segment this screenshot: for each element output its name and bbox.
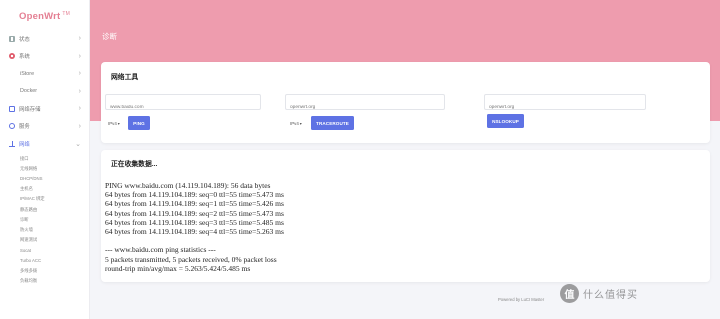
page-title: 诊断 [102, 32, 117, 41]
network-tools-card: 网络工具 IPv4▾ PING IPv4▾ TRACEROUTE NSLOOKU… [101, 62, 710, 143]
traceroute-button[interactable]: TRACEROUTE [311, 116, 354, 130]
service-icon [9, 123, 15, 130]
submenu-item-speedtest[interactable]: 网速测试 [0, 235, 89, 245]
sidebar-item-docker[interactable]: Docker › [0, 83, 89, 101]
sidebar-menu: 状态 › 系统 › iStore › Docker › 网络存储 › 服务 › [0, 30, 89, 153]
logo[interactable]: OpenWrt TM [0, 0, 89, 30]
chevron-right-icon: › [78, 52, 81, 60]
chevron-right-icon: › [78, 35, 81, 43]
submenu-item-diagnostics[interactable]: 诊断 [0, 215, 89, 225]
sidebar-item-services[interactable]: 服务 › [0, 118, 89, 136]
watermark: 值 什么值得买 [560, 284, 638, 303]
chevron-down-icon: ⌄ [75, 140, 81, 148]
sidebar-item-nas[interactable]: 网络存储 › [0, 100, 89, 118]
footer: Powered by LuCI Master [498, 297, 545, 302]
ping-output-text: PING www.baidu.com (14.119.104.189): 56 … [105, 181, 284, 273]
submenu-item-socat[interactable]: Socat [0, 245, 89, 255]
caret-down-icon: ▾ [299, 120, 302, 126]
gear-icon [9, 53, 15, 60]
nslookup-host-input[interactable] [485, 100, 645, 115]
nslookup-button[interactable]: NSLOOKUP [487, 114, 524, 128]
network-tools-title: 网络工具 [111, 74, 139, 81]
submenu-item-wireless[interactable]: 无线网络 [0, 164, 89, 174]
sidebar-item-istore[interactable]: iStore › [0, 65, 89, 83]
traceroute-protocol-select[interactable]: IPv4 ▾ [290, 117, 302, 129]
traceroute-host-input[interactable] [286, 100, 444, 115]
network-icon [9, 140, 15, 147]
submenu-item-static-routes[interactable]: 静态路由 [0, 204, 89, 214]
submenu-item-multiwan[interactable]: 多线多拨 [0, 266, 89, 276]
submenu-item-hostnames[interactable]: 主机名 [0, 184, 89, 194]
chevron-right-icon: › [78, 87, 81, 95]
sidebar: OpenWrt TM 状态 › 系统 › iStore › Docker › 网络… [0, 0, 90, 319]
network-submenu: 接口 无线网络 DHCP/DNS 主机名 IP/MAC 绑定 静态路由 诊断 防… [0, 154, 89, 286]
ping-button[interactable]: PING [128, 116, 150, 130]
watermark-text: 什么值得买 [583, 290, 638, 301]
storage-icon [9, 105, 15, 112]
nslookup-host-field[interactable] [484, 94, 646, 115]
logo-text: OpenWrt TM [19, 11, 70, 23]
diagnostic-output-card: 正在收集数据... PING www.baidu.com (14.119.104… [101, 150, 710, 282]
sidebar-item-status[interactable]: 状态 › [0, 30, 89, 48]
submenu-item-dhcp-dns[interactable]: DHCP/DNS [0, 174, 89, 184]
chevron-right-icon: › [78, 122, 81, 130]
chevron-right-icon: › [78, 70, 81, 78]
ping-protocol-select[interactable]: IPv4 ▾ [108, 117, 120, 129]
output-title: 正在收集数据... [111, 161, 158, 168]
caret-down-icon: ▾ [117, 120, 120, 126]
sidebar-item-system[interactable]: 系统 › [0, 48, 89, 66]
submenu-item-ip-mac-binding[interactable]: IP/MAC 绑定 [0, 194, 89, 204]
ping-host-field[interactable] [105, 94, 261, 115]
watermark-logo-icon: 值 [560, 284, 579, 303]
submenu-item-turbo-acc[interactable]: Turbo ACC [0, 255, 89, 265]
ping-host-input[interactable] [106, 100, 260, 115]
chevron-right-icon: › [78, 105, 81, 113]
submenu-item-interfaces[interactable]: 接口 [0, 154, 89, 164]
submenu-item-firewall[interactable]: 防火墙 [0, 225, 89, 235]
sidebar-item-network[interactable]: 网络 ⌄ [0, 135, 89, 153]
traceroute-host-field[interactable] [285, 94, 445, 115]
grid-icon [9, 35, 15, 42]
submenu-item-load-balancing[interactable]: 负载均衡 [0, 276, 89, 286]
